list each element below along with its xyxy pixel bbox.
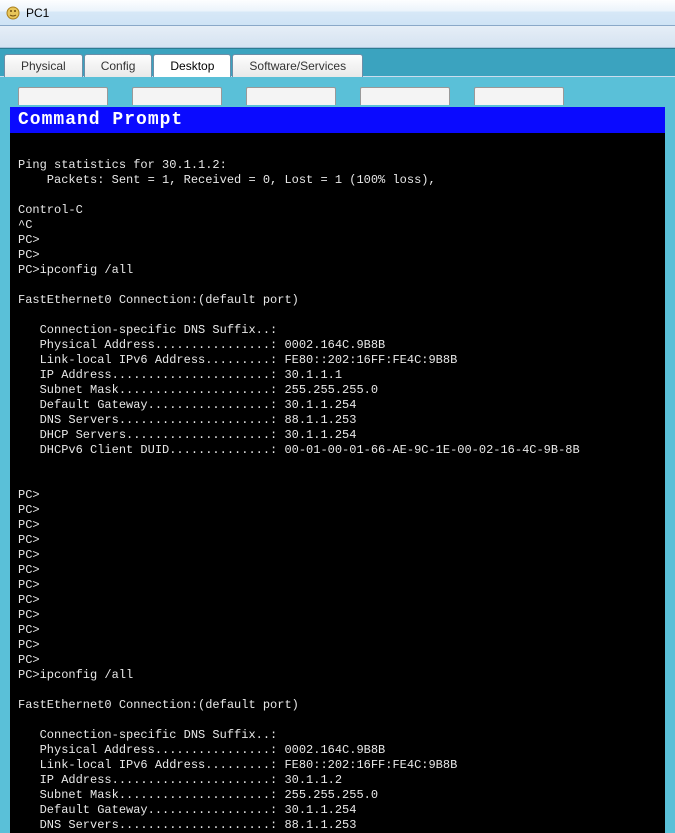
command-prompt-title: Command Prompt (10, 107, 665, 133)
command-prompt-window: Command Prompt Ping statistics for 30.1.… (10, 107, 665, 833)
app-icon (6, 6, 20, 20)
desktop-app-icon[interactable] (18, 87, 108, 105)
window-titlebar: PC1 (0, 0, 675, 26)
menubar-blurred (0, 26, 675, 48)
desktop-app-icon[interactable] (132, 87, 222, 105)
tab-software-services[interactable]: Software/Services (232, 54, 363, 77)
desktop-icon-row (8, 87, 667, 105)
desktop-app-icon[interactable] (246, 87, 336, 105)
command-prompt-output[interactable]: Ping statistics for 30.1.1.2: Packets: S… (10, 133, 665, 833)
tab-desktop[interactable]: Desktop (153, 54, 231, 77)
tab-physical[interactable]: Physical (4, 54, 83, 77)
tab-config[interactable]: Config (84, 54, 153, 77)
desktop-panel: Command Prompt Ping statistics for 30.1.… (0, 76, 675, 833)
window-title: PC1 (26, 6, 49, 20)
tab-bar: Physical Config Desktop Software/Service… (0, 48, 675, 76)
desktop-app-icon[interactable] (474, 87, 564, 105)
desktop-app-icon[interactable] (360, 87, 450, 105)
